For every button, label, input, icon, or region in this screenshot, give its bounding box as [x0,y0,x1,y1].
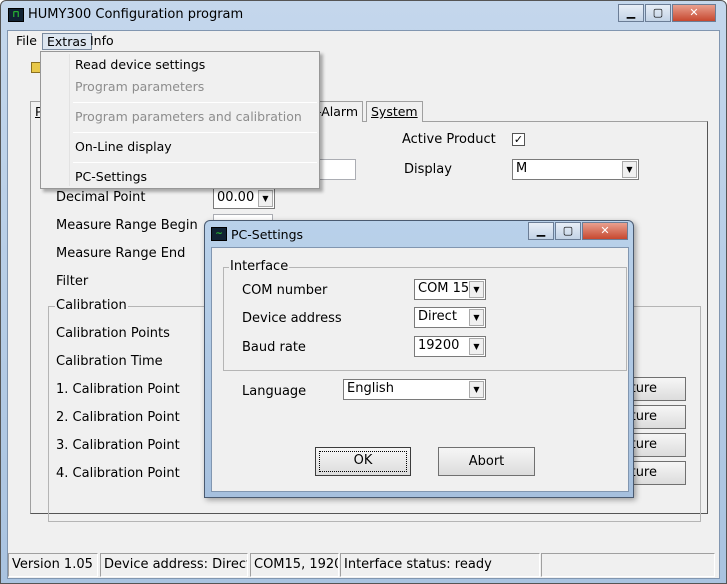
active-product-checkbox[interactable]: ✓ [512,133,525,146]
range-end-label: Measure Range End [56,246,186,261]
menu-item-program-parameters-calibration: Program parameters and calibration [75,109,302,124]
menu-separator [73,162,317,163]
display-select[interactable]: M ▼ [512,159,639,180]
calibration-time-label: Calibration Time [56,354,163,369]
menu-separator [73,102,317,103]
close-button[interactable]: ✕ [672,4,716,22]
status-interface: Interface status: ready [340,553,540,577]
status-com: COM15, 19200 [250,553,339,577]
extras-menu: Read device settings Program parameters … [40,51,320,189]
menubar: File Extras Info [8,31,719,51]
chevron-down-icon: ▼ [469,338,484,355]
address-value: Direct [418,309,457,324]
range-begin-label: Measure Range Begin [56,218,198,233]
menu-item-read-device-settings[interactable]: Read device settings [75,57,205,72]
menu-item-pc-settings[interactable]: PC-Settings [75,169,147,184]
window-title: HUMY300 Configuration program [28,7,244,22]
minimize-button[interactable]: ▁ [618,4,644,22]
active-product-label: Active Product [402,132,496,147]
com-label: COM number [242,283,328,298]
dialog-title: PC-Settings [231,227,304,242]
baud-value: 19200 [418,338,460,353]
calibration-row-label: 4. Calibration Point [56,466,180,481]
chevron-down-icon: ▼ [258,190,273,207]
menu-item-program-parameters: Program parameters [75,79,205,94]
address-select[interactable]: Direct ▼ [414,307,486,328]
language-select[interactable]: English ▼ [343,379,486,400]
calibration-points-label: Calibration Points [56,326,170,341]
chevron-down-icon: ▼ [469,281,484,298]
language-value: English [347,381,394,396]
menu-gutter [69,54,70,186]
calibration-row-label: 2. Calibration Point [56,410,180,425]
language-label: Language [242,384,307,399]
pc-settings-dialog: ~ PC-Settings ▁ ▢ ✕ Interface COM number… [204,220,634,498]
abort-button[interactable]: Abort [438,447,535,476]
maximize-button[interactable]: ▢ [645,4,671,22]
display-value: M [516,161,528,176]
menu-item-online-display[interactable]: On-Line display [75,139,172,154]
chevron-down-icon: ▼ [622,161,637,178]
menu-separator [73,132,317,133]
decimal-point-label: Decimal Point [56,190,146,205]
filter-label: Filter [56,274,89,289]
chevron-down-icon: ▼ [469,381,484,398]
ok-button[interactable]: OK [315,447,411,476]
menu-extras[interactable]: Extras [42,33,92,50]
dialog-client: Interface COM number COM 15 ▼ Device addr… [211,247,629,492]
com-value: COM 15 [418,281,470,296]
baud-label: Baud rate [242,340,306,355]
dialog-icon: ~ [211,227,227,241]
dialog-minimize-button[interactable]: ▁ [528,222,554,240]
app-icon: ⊓ [8,8,24,22]
calibration-row-label: 3. Calibration Point [56,438,180,453]
status-empty [541,553,715,577]
menu-info[interactable]: Info [86,33,118,50]
dialog-maximize-button[interactable]: ▢ [555,222,581,240]
tab-system[interactable]: System [366,101,423,122]
tab-alarm[interactable]: -Alarm [313,101,364,122]
display-label: Display [404,162,452,177]
status-address: Device address: Direct [100,553,248,577]
interface-title: Interface [229,259,290,274]
decimal-point-value: 00.00 [217,190,255,205]
calibration-row-label: 1. Calibration Point [56,382,180,397]
chevron-down-icon: ▼ [469,309,484,326]
baud-select[interactable]: 19200 ▼ [414,336,486,357]
calibration-title: Calibration [55,298,128,313]
menu-file[interactable]: File [12,33,41,50]
dialog-close-button[interactable]: ✕ [582,222,628,240]
status-version: Version 1.05 [8,553,98,577]
decimal-point-select[interactable]: 00.00 ▼ [213,188,275,209]
com-select[interactable]: COM 15 ▼ [414,279,486,300]
address-label: Device address [242,311,342,326]
tab-system-label: System [371,104,418,119]
